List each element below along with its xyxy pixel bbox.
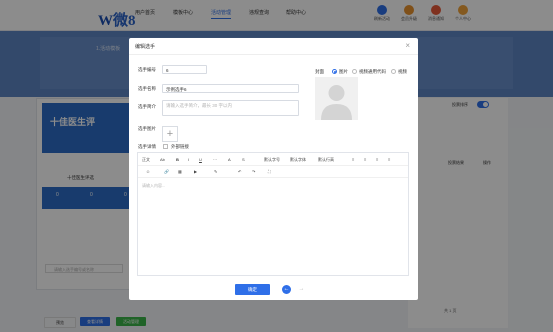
name-input[interactable]: 示例选手6 bbox=[162, 84, 299, 93]
edit-contestant-modal: 编辑选手 × 选手编号 6 选手名称 示例选手6 选手简介 请输入选手简介，最长… bbox=[129, 38, 418, 300]
more-button[interactable]: ··· bbox=[213, 157, 217, 162]
number-label: 选手编号 bbox=[138, 67, 156, 72]
justify-button[interactable]: ≡ bbox=[388, 157, 390, 162]
font-family-select[interactable]: 默认字体 bbox=[290, 157, 306, 163]
cover-option-video: 视频 bbox=[398, 69, 407, 74]
align-right-button[interactable]: ≡ bbox=[376, 157, 378, 162]
align-center-button[interactable]: ≡ bbox=[364, 157, 366, 162]
rich-text-editor: 正文 Ab B I U ··· A S 默认字号 默认字体 默认行高 ≡ ≡ ≡… bbox=[137, 152, 409, 276]
external-link-checkbox[interactable] bbox=[163, 144, 168, 149]
font-style[interactable]: Ab bbox=[160, 157, 165, 162]
close-icon[interactable]: × bbox=[405, 41, 410, 50]
cover-option-video-code: 视频通用代码 bbox=[359, 69, 386, 74]
link-icon[interactable]: 🔗 bbox=[164, 169, 169, 174]
modal-title: 编辑选手 bbox=[135, 44, 156, 50]
editor-toolbar-row2: ☺ 🔗 ▦ ▶ ✎ ↶ ↷ ⛶ bbox=[138, 165, 408, 178]
previous-arrow-icon[interactable]: ← bbox=[282, 285, 291, 294]
image-label: 选手图片 bbox=[138, 126, 156, 131]
font-size-select[interactable]: 默认字号 bbox=[264, 157, 280, 163]
undo-icon[interactable]: ↶ bbox=[238, 169, 241, 174]
code-icon[interactable]: ✎ bbox=[214, 169, 217, 174]
editor-content[interactable]: 请输入内容... bbox=[142, 183, 165, 189]
divider bbox=[129, 54, 418, 55]
font-color-button[interactable]: A bbox=[228, 157, 231, 162]
emoji-icon[interactable]: ☺ bbox=[146, 169, 150, 174]
cover-preview[interactable] bbox=[315, 77, 358, 120]
fullscreen-icon[interactable]: ⛶ bbox=[268, 169, 271, 174]
avatar-placeholder-icon bbox=[321, 85, 352, 120]
image-icon[interactable]: ▦ bbox=[178, 169, 182, 174]
confirm-button[interactable]: 确定 bbox=[235, 284, 270, 295]
next-arrow-icon[interactable]: → bbox=[297, 285, 306, 294]
cover-radio-image[interactable] bbox=[332, 69, 337, 74]
bold-button[interactable]: B bbox=[176, 157, 179, 162]
cover-option-image: 图片 bbox=[339, 69, 348, 74]
underline-button[interactable]: U bbox=[199, 157, 202, 162]
italic-button[interactable]: I bbox=[188, 157, 189, 162]
number-input[interactable]: 6 bbox=[162, 65, 207, 74]
bg-color-button[interactable]: S bbox=[242, 157, 245, 162]
cover-radio-video-code[interactable] bbox=[352, 69, 357, 74]
name-label: 选手名称 bbox=[138, 86, 156, 91]
video-icon[interactable]: ▶ bbox=[194, 169, 197, 174]
external-link-label: 外部链接 bbox=[171, 144, 189, 149]
align-left-button[interactable]: ≡ bbox=[352, 157, 354, 162]
desc-label: 选手简介 bbox=[138, 104, 156, 109]
cover-label: 封面 bbox=[315, 69, 324, 74]
format-paragraph[interactable]: 正文 bbox=[142, 157, 150, 163]
desc-textarea[interactable]: 请输入选手简介，最长 30 字以内 bbox=[162, 100, 299, 116]
detail-label: 选手详情 bbox=[138, 144, 156, 149]
add-image-button[interactable]: + bbox=[162, 126, 178, 142]
cover-radio-video[interactable] bbox=[391, 69, 396, 74]
line-height-select[interactable]: 默认行高 bbox=[318, 157, 334, 163]
redo-icon[interactable]: ↷ bbox=[252, 169, 255, 174]
